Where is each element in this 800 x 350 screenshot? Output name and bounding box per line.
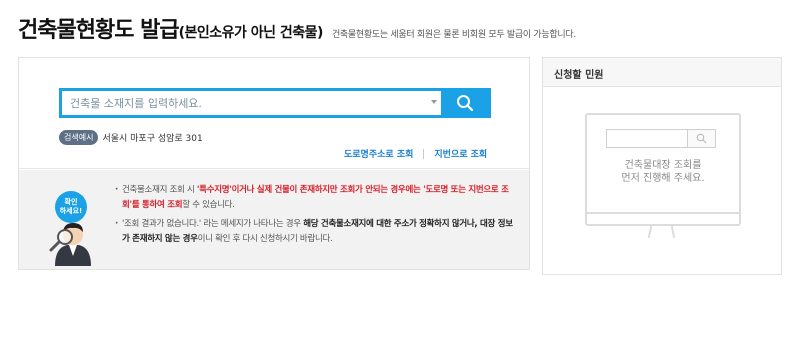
page-header: 건축물현황도 발급 (본인소유가 아닌 건축물) 건축물현황도는 세움터 회원은… — [18, 12, 576, 44]
road-address-search-link[interactable]: 도로명주소로 조회 — [344, 147, 413, 160]
search-mode-links: 도로명주소로 조회 지번으로 조회 — [344, 147, 487, 160]
illustration-search-box — [606, 129, 716, 148]
page-title-qualifier: (본인소유가 아닌 건축물) — [178, 25, 324, 41]
example-address: 서울시 마포구 성암로 301 — [102, 134, 203, 144]
notice-item: 건축물소재지 조회 시 '특수지명'이거나 실제 건물이 존재하지만 조회가 안… — [115, 183, 515, 213]
notice-list: 건축물소재지 조회 시 '특수지명'이거나 실제 건물이 존재하지만 조회가 안… — [115, 183, 515, 251]
search-button[interactable] — [441, 91, 488, 115]
search-panel: 검색예시 서울시 마포구 성암로 301 도로명주소로 조회 지번으로 조회 확… — [18, 57, 530, 270]
search-icon — [696, 133, 707, 144]
monitor-bezel — [587, 212, 739, 224]
monitor-stand — [670, 225, 676, 239]
monitor-illustration: 건축물대장 조회를 먼저 진행해 주세요. — [585, 113, 741, 226]
magnifier-person-icon: 확인 하세요! — [49, 191, 91, 266]
monitor-stand — [647, 225, 653, 239]
notice-badge-line1: 확인 — [65, 197, 78, 206]
example-badge: 검색예시 — [59, 130, 99, 145]
page-title: 건축물현황도 발급 — [18, 18, 180, 43]
link-divider — [423, 148, 425, 159]
notice-item: '조회 결과가 없습니다.' 라는 메세지가 나타나는 경우 해당 건축물소재지… — [115, 217, 515, 247]
notice-badge-line2: 하세요! — [60, 206, 83, 215]
search-box — [59, 88, 491, 118]
search-area: 검색예시 서울시 마포구 성암로 301 도로명주소로 조회 지번으로 조회 — [19, 58, 529, 169]
empty-state-message: 건축물대장 조회를 먼저 진행해 주세요. — [621, 160, 705, 184]
dropdown-caret-icon[interactable] — [431, 100, 437, 104]
application-panel-header: 신청할 민원 — [543, 58, 781, 87]
application-panel: 신청할 민원 건축물대장 조회를 먼저 진행해 주세요. — [542, 57, 782, 275]
page-description: 건축물현황도는 세움터 회원은 물론 비회원 모두 발급이 가능합니다. — [331, 30, 576, 40]
address-search-input[interactable] — [62, 91, 432, 115]
lot-number-search-link[interactable]: 지번으로 조회 — [434, 147, 487, 160]
search-icon — [457, 95, 474, 112]
illustration-search-button — [687, 130, 715, 147]
search-example: 검색예시 서울시 마포구 성암로 301 — [59, 130, 203, 145]
notice-area: 확인 하세요! 건축물소재지 조회 시 '특수지명'이거나 실제 건물이 존재하… — [19, 170, 529, 269]
